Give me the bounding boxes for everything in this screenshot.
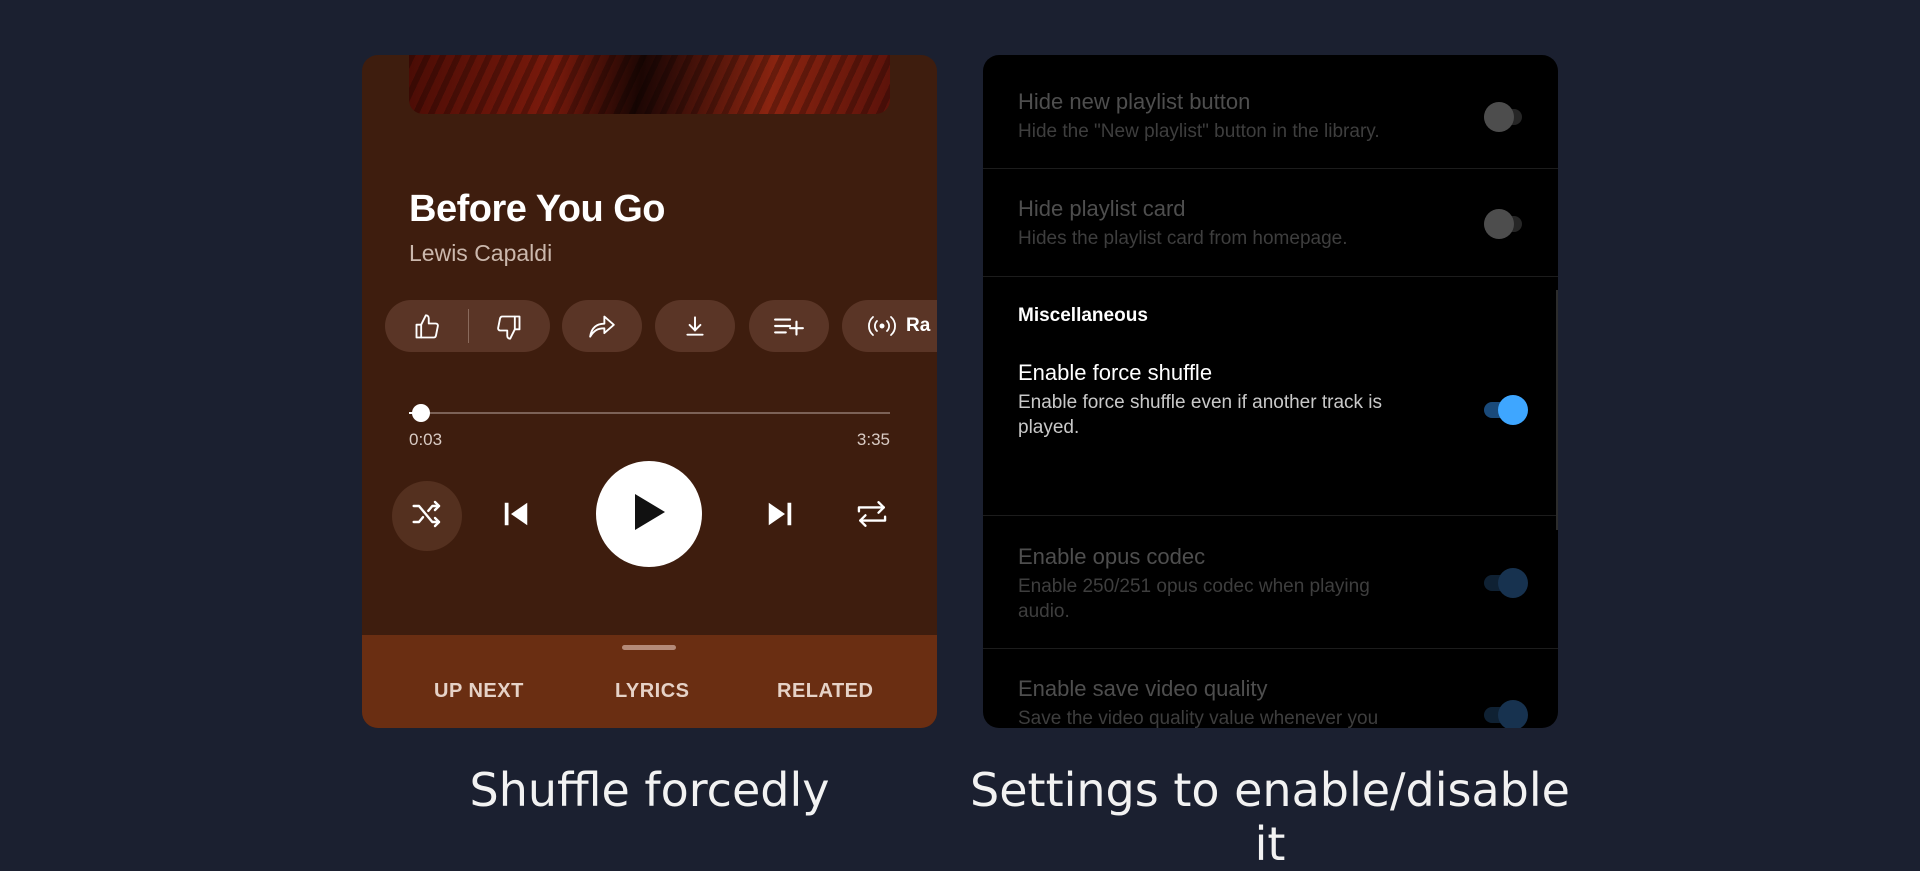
setting-row-hide-playlist-card[interactable]: Hide playlist card Hides the playlist ca… <box>983 168 1558 277</box>
download-button[interactable] <box>655 300 735 352</box>
bottom-sheet[interactable]: UP NEXT LYRICS RELATED <box>362 635 937 728</box>
thumbs-up-icon[interactable] <box>413 313 441 341</box>
setting-row-enable-save-video-quality[interactable]: Enable save video quality Save the video… <box>983 649 1558 728</box>
time-elapsed: 0:03 <box>409 430 443 449</box>
toggle-switch[interactable] <box>1484 395 1529 425</box>
seek-bar-thumb[interactable] <box>411 404 430 422</box>
radio-button[interactable]: Ra <box>842 300 937 352</box>
action-bar: Ra <box>385 300 937 352</box>
setting-title: Enable opus codec <box>1018 544 1206 569</box>
setting-description: Hide the "New playlist" button in the li… <box>1018 121 1380 142</box>
setting-title: Enable force shuffle <box>1018 360 1213 385</box>
player-panel: Before You Go Lewis Capaldi Ra 0:03 3:35… <box>362 55 937 728</box>
drag-handle[interactable] <box>622 645 676 650</box>
previous-button[interactable] <box>498 499 534 533</box>
shuffle-button[interactable] <box>392 481 462 551</box>
caption-right: Settings to enable/disable it <box>970 763 1570 871</box>
setting-title: Hide new playlist button <box>1018 89 1251 114</box>
settings-panel: Hide new playlist button Hide the "New p… <box>983 55 1558 728</box>
thumbs-down-icon[interactable] <box>495 313 523 341</box>
toggle-switch[interactable] <box>1484 102 1529 132</box>
setting-row-enable-force-shuffle[interactable]: Enable force shuffle Enable force shuffl… <box>983 340 1558 516</box>
repeat-icon <box>855 499 889 534</box>
setting-description: Enable 250/251 opus codec when playing a… <box>1018 576 1370 622</box>
toggle-switch[interactable] <box>1484 700 1529 728</box>
shuffle-icon <box>411 499 443 534</box>
toggle-switch[interactable] <box>1484 209 1529 239</box>
setting-row-enable-opus-codec[interactable]: Enable opus codec Enable 250/251 opus co… <box>983 516 1558 649</box>
repeat-button[interactable] <box>852 499 892 533</box>
setting-row-hide-new-playlist-button[interactable]: Hide new playlist button Hide the "New p… <box>983 55 1558 169</box>
setting-description: Hides the playlist card from homepage. <box>1018 228 1348 249</box>
seek-bar[interactable] <box>409 404 890 422</box>
playback-controls <box>362 455 937 567</box>
tab-lyrics[interactable]: LYRICS <box>615 680 690 703</box>
share-button[interactable] <box>562 300 642 352</box>
track-title: Before You Go <box>409 188 666 230</box>
toggle-switch[interactable] <box>1484 568 1529 598</box>
scrollbar[interactable] <box>1556 290 1558 530</box>
play-icon <box>631 492 667 537</box>
toggle-knob <box>1498 700 1528 728</box>
album-art <box>409 55 890 114</box>
save-to-playlist-button[interactable] <box>749 300 829 352</box>
radio-icon <box>866 314 898 338</box>
caption-left: Shuffle forcedly <box>469 763 830 817</box>
setting-description: Save the video quality value whenever yo… <box>1018 708 1379 728</box>
toggle-knob <box>1498 568 1528 598</box>
like-dislike-pill <box>385 300 550 352</box>
toggle-knob <box>1498 395 1528 425</box>
setting-description: Enable force shuffle even if another tra… <box>1018 392 1383 438</box>
pill-divider <box>468 309 469 343</box>
tab-up-next[interactable]: UP NEXT <box>434 680 524 703</box>
toggle-knob <box>1484 209 1514 239</box>
share-icon <box>587 313 617 339</box>
toggle-knob <box>1484 102 1514 132</box>
tab-related[interactable]: RELATED <box>777 680 873 703</box>
setting-title: Hide playlist card <box>1018 196 1186 221</box>
skip-next-icon <box>765 499 795 534</box>
time-total: 3:35 <box>856 430 890 449</box>
play-button[interactable] <box>596 461 702 567</box>
section-header-miscellaneous: Miscellaneous <box>1018 305 1148 326</box>
download-icon <box>682 313 708 339</box>
add-to-playlist-icon <box>773 314 805 338</box>
next-button[interactable] <box>762 499 798 533</box>
setting-title: Enable save video quality <box>1018 676 1268 701</box>
skip-previous-icon <box>501 499 531 534</box>
radio-label: Ra <box>906 315 931 336</box>
artist-name[interactable]: Lewis Capaldi <box>409 240 552 267</box>
